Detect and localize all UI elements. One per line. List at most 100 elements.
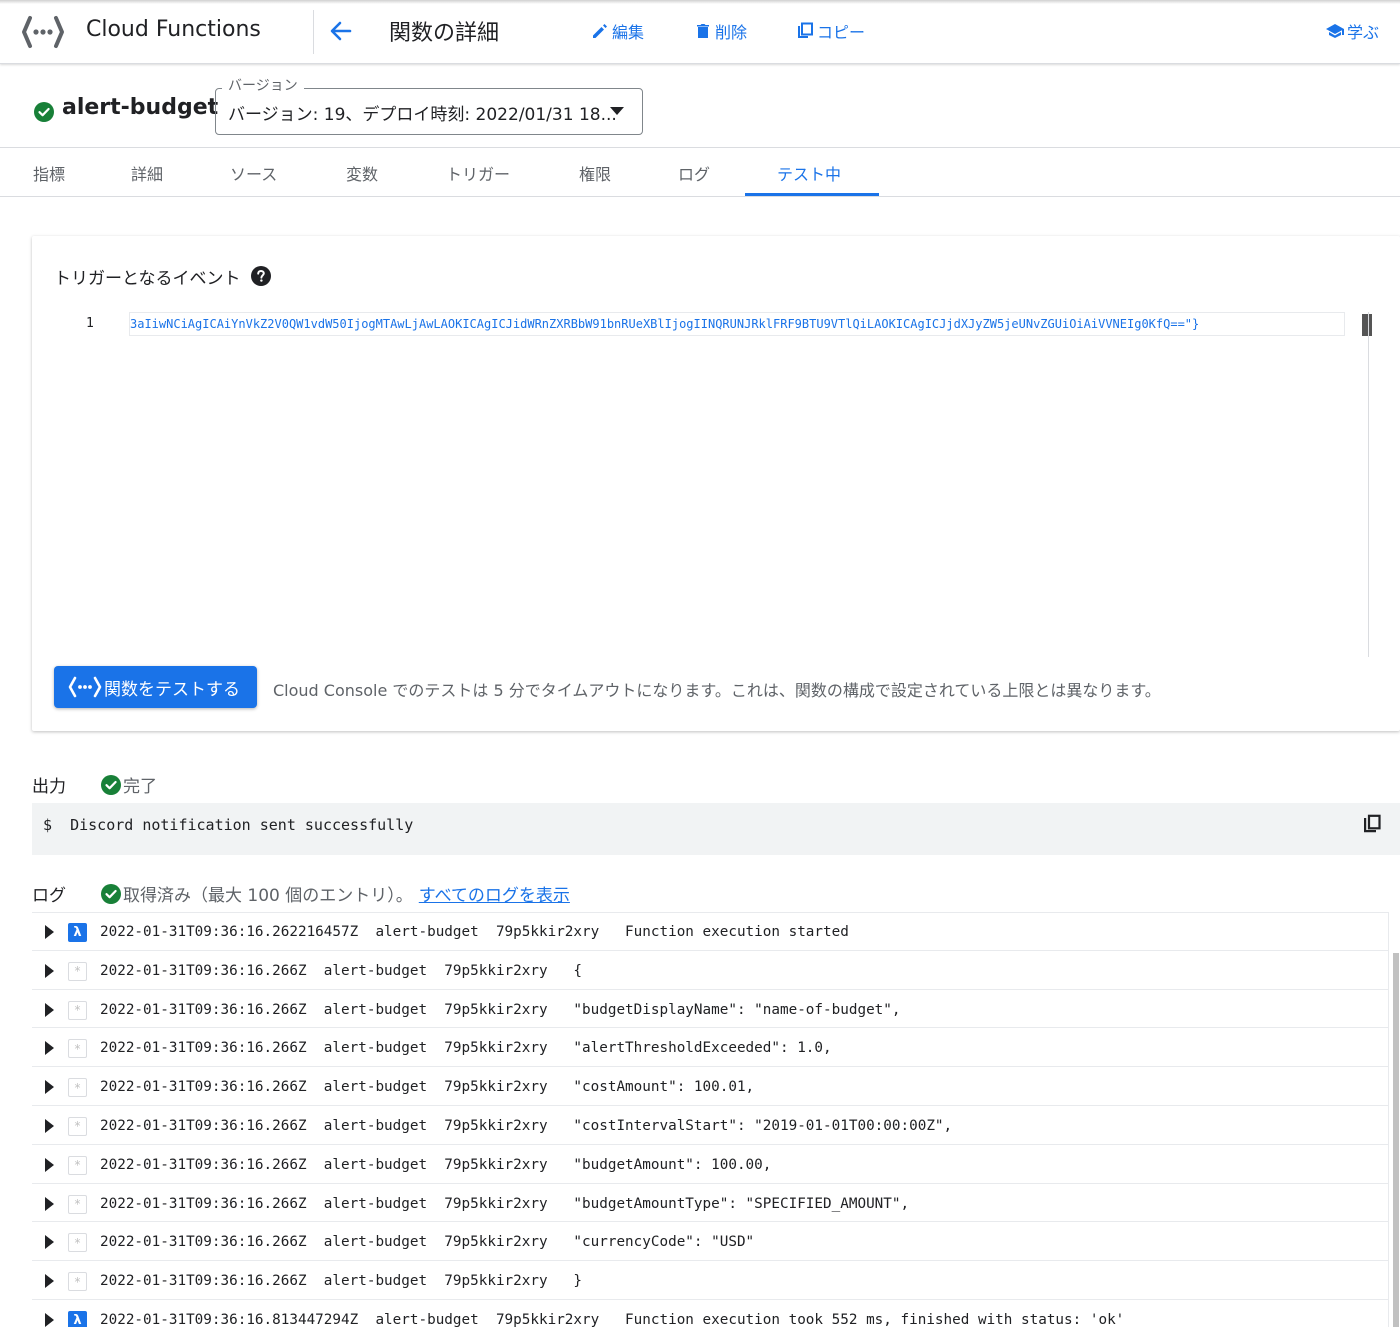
log-entry-text: 2022-01-31T09:36:16.266Z alert-budget 79… (100, 1273, 583, 1290)
expand-arrow-icon[interactable] (45, 963, 54, 978)
version-selected-value[interactable]: バージョン: 19、デプロイ時刻: 2022/01/31 18... (228, 100, 617, 125)
expand-arrow-icon[interactable] (45, 1002, 54, 1017)
expand-arrow-icon[interactable] (45, 1118, 54, 1133)
tab-source[interactable]: ソース (230, 161, 277, 185)
log-row[interactable]: * 2022-01-31T09:36:16.266Z alert-budget 7… (32, 1261, 1388, 1300)
output-status-text: 完了 (123, 777, 157, 797)
expand-arrow-icon[interactable] (45, 1157, 54, 1172)
log-row[interactable]: λ 2022-01-31T09:36:16.262216457Z alert-bu… (32, 912, 1388, 951)
copy-icon (798, 22, 813, 38)
tab-permissions[interactable]: 権限 (579, 161, 611, 185)
function-header: alert-budget バージョン バージョン: 19、デプロイ時刻: 202… (0, 66, 1400, 148)
log-row[interactable]: * 2022-01-31T09:36:16.266Z alert-budget 7… (32, 951, 1388, 990)
edit-button[interactable]: 編集 (590, 19, 644, 43)
default-severity-icon: * (68, 1078, 87, 1098)
log-entry-text: 2022-01-31T09:36:16.266Z alert-budget 79… (100, 1040, 832, 1057)
code-line[interactable]: 3aIiwNCiAgICAiYnVkZ2V0QW1vdW50IjogMTAwLj… (129, 312, 1345, 336)
lambda-severity-icon: λ (68, 1310, 87, 1327)
default-severity-icon: * (68, 1039, 87, 1059)
output-label: 出力 (32, 777, 66, 797)
page-scrollbar[interactable] (1393, 953, 1399, 1327)
learn-label: 学ぶ (1347, 23, 1380, 42)
copy-output-icon[interactable] (1361, 813, 1383, 835)
default-severity-icon: * (68, 1155, 87, 1175)
detail-tabs: 指標 詳細 ソース 変数 トリガー 権限 ログ テスト中 (0, 148, 1400, 197)
default-severity-icon: * (68, 1194, 87, 1214)
log-row[interactable]: * 2022-01-31T09:36:16.266Z alert-budget 7… (32, 1028, 1388, 1068)
status-check-icon (34, 102, 54, 122)
delete-button[interactable]: 削除 (693, 19, 747, 43)
log-table: λ 2022-01-31T09:36:16.262216457Z alert-bu… (32, 912, 1388, 1327)
default-severity-icon: * (68, 1272, 87, 1292)
output-text: $ Discord notification sent successfully (43, 816, 414, 834)
default-severity-icon: * (68, 1233, 87, 1253)
active-tab-indicator (745, 193, 879, 196)
tab-variables[interactable]: 変数 (346, 161, 378, 185)
help-icon[interactable] (251, 266, 271, 286)
product-name: Cloud Functions (86, 17, 261, 42)
log-row[interactable]: * 2022-01-31T09:36:16.266Z alert-budget 7… (32, 1067, 1388, 1106)
default-severity-icon: * (68, 1116, 87, 1136)
header-divider (313, 10, 314, 54)
default-severity-icon: * (68, 961, 87, 981)
version-legend: バージョン (222, 75, 304, 95)
expand-arrow-icon[interactable] (45, 1312, 54, 1327)
expand-arrow-icon[interactable] (45, 1196, 54, 1211)
output-console: $ Discord notification sent successfully (32, 803, 1400, 855)
function-name: alert-budget (62, 95, 219, 120)
copy-button[interactable]: コピー (795, 19, 865, 43)
line-number: 1 (86, 316, 94, 331)
learn-button[interactable]: 学ぶ (1325, 19, 1379, 43)
event-title: トリガーとなるイベント (54, 269, 241, 289)
pencil-icon (593, 24, 607, 38)
expand-arrow-icon[interactable] (45, 1235, 54, 1250)
edit-label: 編集 (612, 23, 645, 42)
graduation-cap-icon (1326, 24, 1344, 38)
view-all-logs-link[interactable]: すべてのログを表示 (419, 881, 570, 906)
top-app-bar: Cloud Functions 関数の詳細 編集 削除 コピー 学ぶ (0, 0, 1400, 64)
cloud-functions-icon (68, 676, 102, 698)
test-function-label: 関数をテストする (104, 679, 240, 700)
log-entry-text: 2022-01-31T09:36:16.813447294Z alert-bud… (100, 1311, 1125, 1327)
tab-metrics[interactable]: 指標 (33, 161, 65, 185)
lambda-severity-icon: λ (68, 923, 87, 942)
log-entry-text: 2022-01-31T09:36:16.266Z alert-budget 79… (100, 1156, 772, 1173)
dropdown-caret-icon[interactable] (610, 107, 624, 115)
log-row[interactable]: * 2022-01-31T09:36:16.266Z alert-budget 7… (32, 1145, 1388, 1184)
text-cursor (1362, 314, 1372, 336)
delete-label: 削除 (715, 23, 748, 42)
editor-scrollbar[interactable] (1368, 312, 1369, 657)
expand-arrow-icon[interactable] (45, 1080, 54, 1095)
test-event-card: トリガーとなるイベント 1 3aIiwNCiAgICAiYnVkZ2V0QW1v… (32, 236, 1400, 731)
log-entry-text: 2022-01-31T09:36:16.266Z alert-budget 79… (100, 962, 583, 979)
trash-icon (697, 24, 709, 38)
logs-status: 取得済み（最大 100 個のエントリ）。 すべてのログを表示 (101, 881, 570, 906)
default-severity-icon: * (68, 1000, 87, 1020)
log-entry-text: 2022-01-31T09:36:16.266Z alert-budget 79… (100, 1195, 910, 1212)
tab-trigger[interactable]: トリガー (446, 161, 510, 185)
log-entry-text: 2022-01-31T09:36:16.262216457Z alert-bud… (100, 924, 849, 940)
copy-label: コピー (817, 23, 866, 42)
log-row[interactable]: * 2022-01-31T09:36:16.266Z alert-budget 7… (32, 1106, 1388, 1145)
expand-arrow-icon[interactable] (45, 1041, 54, 1056)
log-entry-text: 2022-01-31T09:36:16.266Z alert-budget 79… (100, 1001, 901, 1018)
logs-label: ログ (32, 886, 66, 906)
log-entry-text: 2022-01-31T09:36:16.266Z alert-budget 79… (100, 1079, 755, 1096)
timeout-note: Cloud Console でのテストは 5 分でタイムアウトになります。これは… (273, 681, 1161, 700)
event-json-editor[interactable]: 1 3aIiwNCiAgICAiYnVkZ2V0QW1vdW50IjogMTAw… (72, 312, 1388, 660)
tab-details[interactable]: 詳細 (131, 161, 163, 185)
log-row[interactable]: * 2022-01-31T09:36:16.266Z alert-budget 7… (32, 1222, 1388, 1262)
logs-status-text: 取得済み（最大 100 個のエントリ）。 (123, 886, 413, 906)
expand-arrow-icon[interactable] (45, 1274, 54, 1289)
log-row[interactable]: λ 2022-01-31T09:36:16.813447294Z alert-bu… (32, 1300, 1388, 1327)
log-row[interactable]: * 2022-01-31T09:36:16.266Z alert-budget 7… (32, 990, 1388, 1029)
output-status: 完了 (101, 772, 157, 797)
test-function-button[interactable]: 関数をテストする (54, 666, 257, 708)
tab-testing[interactable]: テスト中 (777, 161, 841, 185)
tab-logs[interactable]: ログ (678, 161, 710, 185)
success-check-icon (101, 883, 121, 904)
log-row[interactable]: * 2022-01-31T09:36:16.266Z alert-budget 7… (32, 1184, 1388, 1223)
expand-arrow-icon[interactable] (45, 925, 54, 939)
back-arrow-icon[interactable] (326, 16, 356, 46)
log-panel-edge (1388, 912, 1389, 1327)
